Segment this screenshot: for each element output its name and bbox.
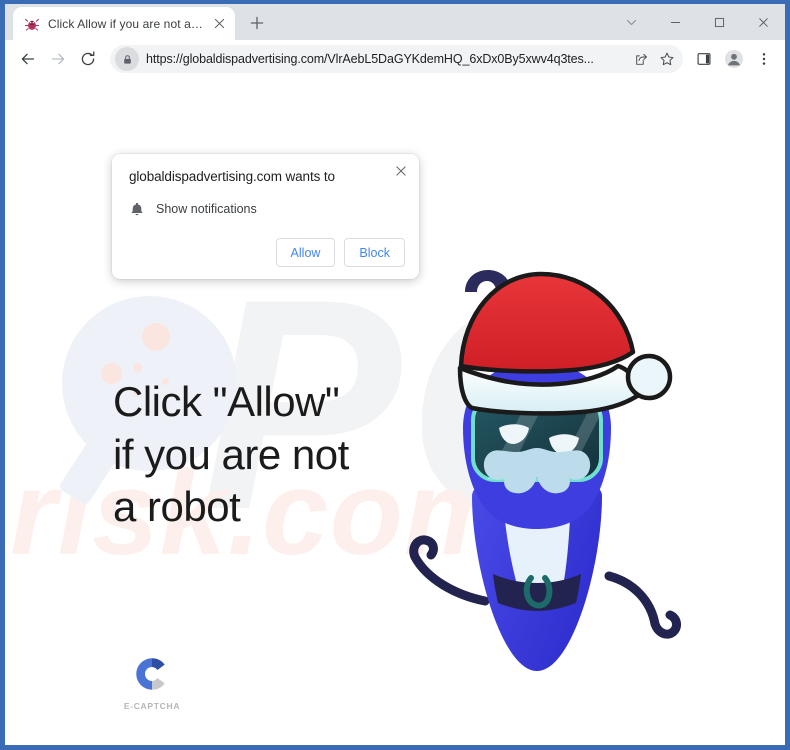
tab-title: Click Allow if you are not a robot (48, 16, 203, 31)
url-text: https://globaldispadvertising.com/VlrAeb… (146, 52, 594, 66)
maximize-button[interactable] (697, 4, 741, 40)
background-dot (142, 323, 170, 351)
address-bar[interactable]: https://globaldispadvertising.com/VlrAeb… (110, 45, 683, 73)
page-viewport: PC risk.com Click "Allow" if you are not… (5, 78, 785, 745)
profile-avatar-icon[interactable] (720, 45, 748, 73)
block-button[interactable]: Block (344, 238, 405, 267)
bell-icon (129, 201, 145, 217)
e-captcha-label: E-CAPTCHA (123, 701, 181, 711)
share-icon[interactable] (629, 47, 653, 71)
lock-icon[interactable] (115, 47, 139, 71)
permission-dialog-close-icon[interactable] (392, 162, 410, 180)
santa-robot-illustration (357, 246, 717, 676)
page-headline: Click "Allow" if you are not a robot (113, 378, 349, 530)
tab-close-icon[interactable] (211, 16, 227, 32)
tab-strip: Click Allow if you are not a robot (5, 4, 785, 40)
santa-hat (457, 271, 673, 416)
browser-toolbar: https://globaldispadvertising.com/VlrAeb… (5, 40, 785, 78)
notification-permission-dialog: globaldispadvertising.com wants to Show … (112, 154, 419, 279)
browser-window: Click Allow if you are not a robot (0, 0, 790, 750)
permission-row: Show notifications (129, 201, 405, 217)
minimize-button[interactable] (653, 4, 697, 40)
e-captcha-badge: E-CAPTCHA (111, 653, 193, 711)
close-window-button[interactable] (741, 4, 785, 40)
reload-icon[interactable] (74, 45, 102, 73)
forward-arrow-icon[interactable] (44, 45, 72, 73)
bug-favicon (24, 16, 40, 32)
browser-tab[interactable]: Click Allow if you are not a robot (13, 7, 235, 40)
back-arrow-icon[interactable] (14, 45, 42, 73)
tab-search-button[interactable] (609, 4, 653, 40)
permission-label: Show notifications (156, 202, 257, 216)
background-dot (133, 363, 142, 372)
window-controls (609, 4, 785, 40)
new-tab-button[interactable] (243, 9, 271, 37)
allow-button[interactable]: Allow (275, 238, 336, 267)
e-captcha-logo-icon (131, 653, 173, 695)
side-panel-icon[interactable] (690, 45, 718, 73)
permission-dialog-actions: Allow Block (129, 238, 405, 267)
permission-dialog-title: globaldispadvertising.com wants to (129, 169, 335, 184)
star-icon[interactable] (655, 47, 679, 71)
three-dot-menu-icon[interactable] (750, 45, 778, 73)
